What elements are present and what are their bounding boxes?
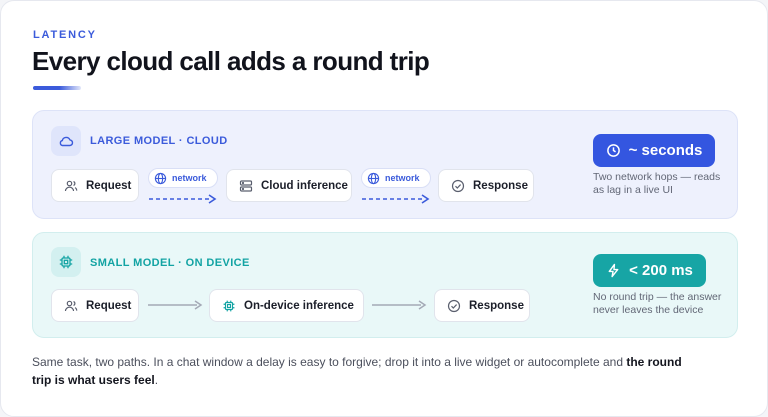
cloud-request-node: Request	[51, 169, 139, 202]
network-arrow	[149, 194, 217, 204]
device-response-node: Response	[434, 289, 530, 322]
device-request-node: Request	[51, 289, 139, 322]
cloud-inference-node: Cloud inference	[226, 169, 352, 202]
cloud-latency-note: Two network hops — reads as lag in a liv…	[593, 171, 721, 196]
lightning-icon	[608, 263, 619, 278]
chip-icon	[223, 300, 235, 311]
network-hop-chip: network	[361, 168, 431, 188]
clock-icon	[606, 144, 620, 157]
node-label: Request	[86, 299, 132, 312]
cloud-path-panel: LARGE MODEL · CLOUD Request network Clou…	[32, 110, 738, 219]
cloud-latency-badge: ~ seconds	[593, 134, 715, 167]
device-latency-badge: < 200 ms	[593, 254, 706, 287]
local-arrow	[148, 300, 203, 310]
latency-card: LATENCY Every cloud call adds a round tr…	[0, 0, 768, 417]
chip-icon	[51, 247, 81, 277]
network-arrow	[362, 194, 430, 204]
device-path-label: SMALL MODEL · ON DEVICE	[90, 257, 250, 269]
network-hop-chip: network	[148, 168, 218, 188]
globe-icon	[367, 172, 380, 184]
device-inference-node: On-device inference	[209, 289, 364, 322]
globe-icon	[154, 172, 167, 184]
node-label: On-device inference	[244, 299, 354, 312]
cloud-icon	[51, 126, 81, 156]
cloud-path-label: LARGE MODEL · CLOUD	[90, 135, 228, 147]
server-icon	[239, 179, 253, 192]
check-circle-icon	[451, 179, 465, 192]
eyebrow-label: LATENCY	[33, 29, 97, 41]
cloud-response-node: Response	[438, 169, 534, 202]
users-icon	[64, 300, 78, 311]
check-circle-icon	[447, 299, 461, 312]
title-accent-bar	[33, 86, 81, 90]
device-path-panel: SMALL MODEL · ON DEVICE Request On-devic…	[32, 232, 738, 338]
node-label: Cloud inference	[261, 179, 348, 192]
device-latency-note: No round trip — the answer never leaves …	[593, 291, 722, 316]
footer-caption: Same task, two paths. In a chat window a…	[32, 355, 682, 387]
node-label: Request	[86, 179, 132, 192]
page-title: Every cloud call adds a round trip	[32, 46, 430, 76]
local-arrow	[372, 300, 427, 310]
node-label: Response	[469, 299, 524, 312]
users-icon	[64, 180, 78, 191]
node-label: Response	[473, 179, 528, 192]
